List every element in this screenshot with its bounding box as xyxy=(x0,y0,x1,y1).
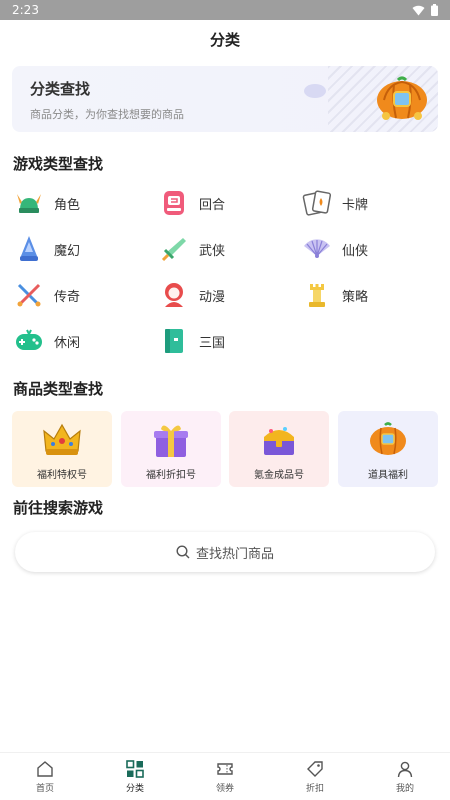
banner-subtitle: 商品分类，为你查找想要的商品 xyxy=(30,108,184,121)
tab-label: 领券 xyxy=(215,783,234,794)
game-type-item[interactable]: 魔幻 xyxy=(0,232,140,266)
product-card-label: 道具福利 xyxy=(368,470,408,481)
pumpkin-carriage-icon xyxy=(370,422,406,455)
game-type-item[interactable]: 休闲 xyxy=(0,324,140,358)
game-type-label: 卡牌 xyxy=(342,197,369,213)
tab-home[interactable]: 首页 xyxy=(0,753,90,800)
wifi-icon xyxy=(412,5,425,15)
search-section-title: 前往搜索游戏 xyxy=(13,499,104,517)
category-banner[interactable]: 分类查找 商品分类，为你查找想要的商品 xyxy=(12,66,438,132)
pumpkin-carriage-icon xyxy=(377,76,427,120)
wizard-hat-icon xyxy=(14,234,44,264)
tab-label: 首页 xyxy=(35,783,54,794)
book-icon xyxy=(159,326,189,356)
home-icon xyxy=(37,760,53,777)
product-card[interactable]: 福利折扣号 xyxy=(121,411,221,487)
banner-dot-decoration xyxy=(304,84,326,98)
status-bar: 2:23 xyxy=(0,0,450,20)
bottom-tab-bar: 首页 分类 领券 折扣 我的 xyxy=(0,752,450,800)
game-type-label: 回合 xyxy=(199,197,226,213)
search-input[interactable]: 查找热门商品 xyxy=(15,532,435,572)
tag-icon xyxy=(307,760,323,777)
product-section-title: 商品类型查找 xyxy=(13,380,104,398)
banner-title: 分类查找 xyxy=(30,80,91,98)
game-type-item[interactable]: 武侠 xyxy=(145,232,285,266)
sword-icon xyxy=(159,234,189,264)
viking-helmet-icon xyxy=(14,188,44,218)
game-type-item[interactable]: 角色 xyxy=(0,186,140,220)
product-card[interactable]: 氪金成品号 xyxy=(229,411,329,487)
search-icon xyxy=(176,545,190,559)
game-type-label: 传奇 xyxy=(54,289,81,305)
chess-rook-icon xyxy=(302,280,332,310)
page-title: 分类 xyxy=(209,30,240,49)
game-type-item[interactable]: 三国 xyxy=(145,324,285,358)
crown-icon xyxy=(43,423,81,455)
category-grid-icon xyxy=(126,759,144,778)
product-card-label: 福利特权号 xyxy=(37,470,87,481)
tab-label: 我的 xyxy=(395,783,414,794)
game-type-label: 角色 xyxy=(54,197,81,213)
product-card[interactable]: 道具福利 xyxy=(338,411,438,487)
game-type-label: 休闲 xyxy=(54,335,81,351)
tab-profile[interactable]: 我的 xyxy=(360,753,450,800)
crossed-swords-icon xyxy=(14,280,44,310)
game-type-label: 仙侠 xyxy=(342,243,369,259)
anime-character-icon xyxy=(159,280,189,310)
game-type-item[interactable]: 策略 xyxy=(288,278,428,312)
tab-label: 分类 xyxy=(125,783,144,794)
game-type-item[interactable]: 传奇 xyxy=(0,278,140,312)
game-type-item[interactable]: 仙侠 xyxy=(288,232,428,266)
search-placeholder: 查找热门商品 xyxy=(195,546,274,562)
gift-box-icon xyxy=(154,425,188,457)
tab-label: 折扣 xyxy=(305,783,324,794)
product-card-label: 氪金成品号 xyxy=(254,470,304,481)
battery-icon xyxy=(431,4,438,16)
game-type-label: 动漫 xyxy=(199,289,226,305)
game-type-label: 三国 xyxy=(199,335,226,351)
game-type-label: 魔幻 xyxy=(54,243,81,259)
user-icon xyxy=(397,761,413,777)
arcade-machine-icon xyxy=(159,188,189,218)
game-type-item[interactable]: 回合 xyxy=(145,186,285,220)
status-icons xyxy=(412,4,438,16)
folding-fan-icon xyxy=(302,234,332,264)
game-type-label: 武侠 xyxy=(199,243,226,259)
tab-coupon[interactable]: 领券 xyxy=(180,753,270,800)
playing-card-icon xyxy=(302,188,332,218)
game-section-title: 游戏类型查找 xyxy=(13,155,104,173)
product-card-label: 福利折扣号 xyxy=(146,470,196,481)
game-type-item[interactable]: 卡牌 xyxy=(288,186,428,220)
game-type-label: 策略 xyxy=(342,289,369,305)
tab-category[interactable]: 分类 xyxy=(90,753,180,800)
tab-discount[interactable]: 折扣 xyxy=(270,753,360,800)
treasure-chest-icon xyxy=(264,427,294,455)
coupon-icon xyxy=(217,762,233,775)
status-time: 2:23 xyxy=(12,3,39,17)
product-card[interactable]: 福利特权号 xyxy=(12,411,112,487)
gamepad-icon xyxy=(14,326,44,356)
game-type-item[interactable]: 动漫 xyxy=(145,278,285,312)
